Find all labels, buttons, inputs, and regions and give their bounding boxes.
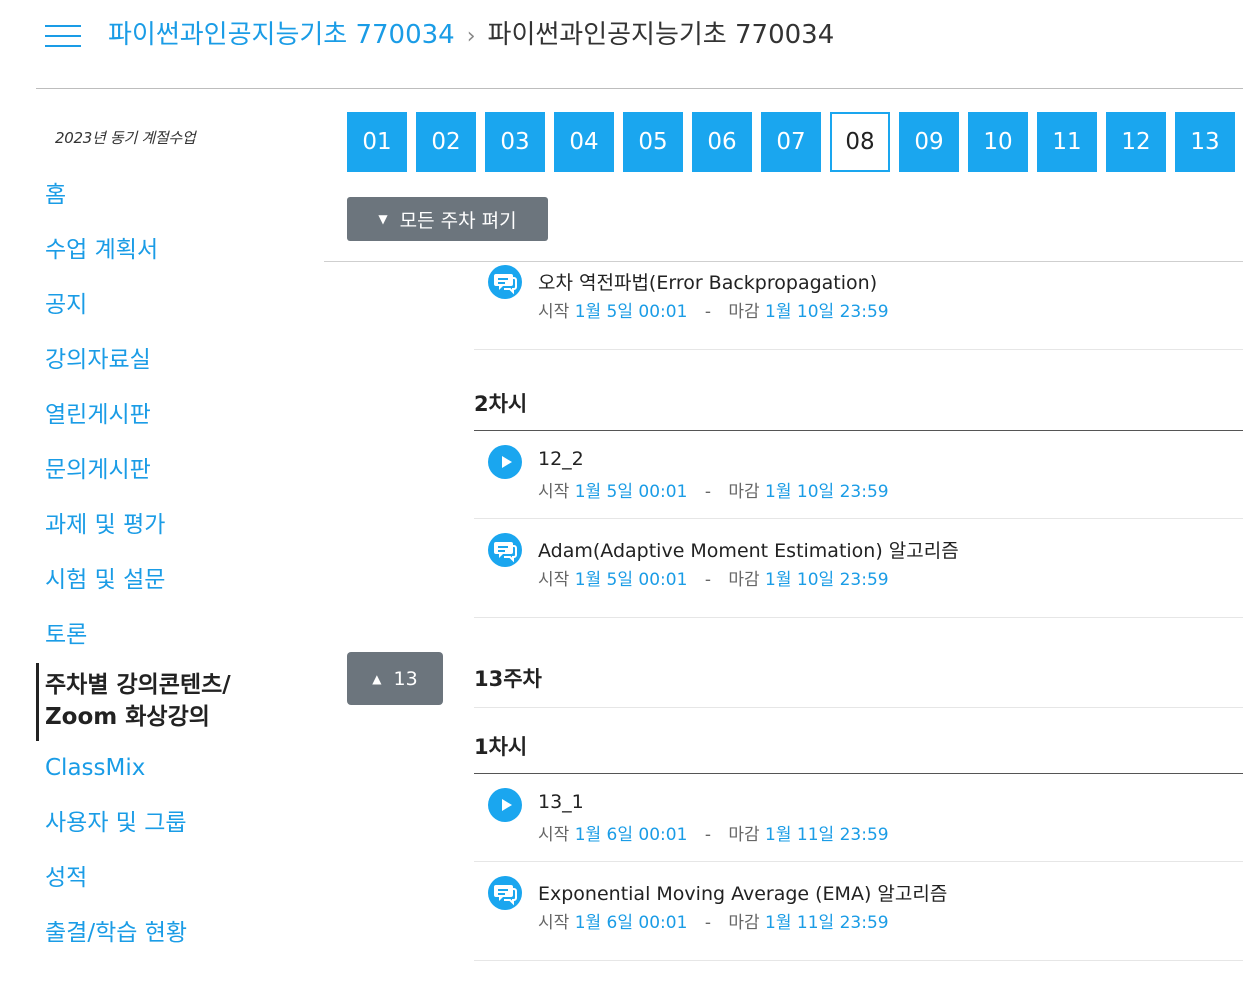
list-item: 오차 역전파법(Error Backpropagation) 시작 1월 5일 … [474, 262, 1243, 350]
start-label: 시작 [538, 570, 570, 590]
caret-down-icon: ▼ [378, 212, 388, 226]
nav-item-exams[interactable]: 시험 및 설문 [36, 553, 306, 608]
nav-item-assignments[interactable]: 과제 및 평가 [36, 498, 306, 553]
item-title-link[interactable]: Exponential Moving Average (EMA) 알고리즘 [538, 879, 947, 906]
due-label: 마감 [728, 570, 760, 590]
start-label: 시작 [538, 825, 570, 845]
due-label: 마감 [728, 302, 760, 322]
item-meta: 시작 1월 5일 00:01 - 마감 1월 10일 23:59 [538, 477, 889, 502]
caret-up-icon: ▲ [372, 671, 382, 686]
item-meta: 시작 1월 5일 00:01 - 마감 1월 10일 23:59 [538, 565, 889, 590]
nav-item-attendance[interactable]: 출결/학습 현황 [36, 906, 306, 961]
nav-item-weekly-line2: Zoom 화상강의 [45, 704, 210, 730]
due-date: 1월 10일 23:59 [765, 302, 889, 322]
nav-item-materials[interactable]: 강의자료실 [36, 333, 306, 388]
list-item: Adam(Adaptive Moment Estimation) 알고리즘 시작… [474, 519, 1243, 618]
list-item: Exponential Moving Average (EMA) 알고리즘 시작… [474, 862, 1243, 961]
list-item: 13_1 시작 1월 6일 00:01 - 마감 1월 11일 23:59 [474, 774, 1243, 862]
week-tab-02[interactable]: 02 [416, 112, 476, 172]
discussion-icon [488, 265, 522, 299]
nav-item-grades[interactable]: 성적 [36, 851, 306, 906]
breadcrumb: 파이썬과인공지능기초 770034 › 파이썬과인공지능기초 770034 [108, 18, 834, 54]
due-date: 1월 11일 23:59 [765, 913, 889, 933]
discussion-icon [488, 876, 522, 910]
section-title: 1차시 [474, 735, 528, 759]
nav-item-discussion[interactable]: 토론 [36, 608, 306, 663]
start-date: 1월 5일 00:01 [574, 482, 688, 502]
week-tabs: 01 02 03 04 05 06 07 08 09 10 11 12 13 [347, 112, 1235, 172]
nav-item-qna-board[interactable]: 문의게시판 [36, 443, 306, 498]
week-tab-11[interactable]: 11 [1037, 112, 1097, 172]
week-tab-12[interactable]: 12 [1106, 112, 1166, 172]
item-title-link[interactable]: 12_2 [538, 448, 584, 470]
due-date: 1월 10일 23:59 [765, 482, 889, 502]
section-title: 2차시 [474, 392, 528, 416]
nav-item-users-groups[interactable]: 사용자 및 그룹 [36, 796, 306, 851]
due-label: 마감 [728, 482, 760, 502]
item-title-link[interactable]: Adam(Adaptive Moment Estimation) 알고리즘 [538, 536, 959, 563]
nav-item-weekly-contents[interactable]: 주차별 강의콘텐츠/ Zoom 화상강의 [36, 663, 306, 741]
start-label: 시작 [538, 482, 570, 502]
header-divider [36, 88, 1243, 89]
start-date: 1월 6일 00:01 [574, 825, 688, 845]
play-icon[interactable] [488, 445, 522, 479]
meta-dash: - [704, 825, 711, 845]
due-date: 1월 10일 23:59 [765, 570, 889, 590]
nav-item-syllabus[interactable]: 수업 계획서 [36, 223, 306, 278]
start-date: 1월 5일 00:01 [574, 570, 688, 590]
nav-item-open-board[interactable]: 열린게시판 [36, 388, 306, 443]
expand-all-weeks-button[interactable]: ▼ 모든 주차 펴기 [347, 197, 548, 241]
week-tab-05[interactable]: 05 [623, 112, 683, 172]
meta-dash: - [704, 302, 711, 322]
hamburger-menu-icon[interactable] [45, 25, 81, 49]
expand-all-label: 모든 주차 펴기 [399, 209, 517, 232]
due-label: 마감 [728, 913, 760, 933]
start-date: 1월 6일 00:01 [574, 913, 688, 933]
list-item: 12_2 시작 1월 5일 00:01 - 마감 1월 10일 23:59 [474, 431, 1243, 519]
start-label: 시작 [538, 302, 570, 322]
week-tab-03[interactable]: 03 [485, 112, 545, 172]
week-tab-13[interactable]: 13 [1175, 112, 1235, 172]
breadcrumb-separator: › [466, 24, 476, 49]
week-tab-04[interactable]: 04 [554, 112, 614, 172]
week-tab-08[interactable]: 08 [830, 112, 890, 172]
breadcrumb-current: 파이썬과인공지능기초 770034 [487, 20, 835, 50]
week-13-jump-label: 13 [393, 667, 418, 690]
nav-item-weekly-line1: 주차별 강의콘텐츠/ [45, 672, 231, 698]
item-title-link[interactable]: 13_1 [538, 791, 584, 813]
item-title-link[interactable]: 오차 역전파법(Error Backpropagation) [538, 268, 877, 295]
week-tab-06[interactable]: 06 [692, 112, 752, 172]
due-label: 마감 [728, 825, 760, 845]
item-meta: 시작 1월 6일 00:01 - 마감 1월 11일 23:59 [538, 820, 889, 845]
item-meta: 시작 1월 5일 00:01 - 마감 1월 10일 23:59 [538, 297, 889, 322]
meta-dash: - [704, 913, 711, 933]
course-nav: 홈 수업 계획서 공지 강의자료실 열린게시판 문의게시판 과제 및 평가 시험… [36, 168, 306, 961]
item-meta: 시작 1월 6일 00:01 - 마감 1월 11일 23:59 [538, 908, 889, 933]
play-icon[interactable] [488, 788, 522, 822]
week-13-jump-button[interactable]: ▲ 13 [347, 652, 443, 705]
meta-dash: - [704, 570, 711, 590]
breadcrumb-course-link[interactable]: 파이썬과인공지능기초 770034 [108, 20, 455, 50]
nav-item-classmix[interactable]: ClassMix [36, 741, 306, 796]
week-title: 13주차 [474, 667, 542, 691]
week-tab-10[interactable]: 10 [968, 112, 1028, 172]
meta-dash: - [704, 482, 711, 502]
week-tab-07[interactable]: 07 [761, 112, 821, 172]
nav-item-notice[interactable]: 공지 [36, 278, 306, 333]
due-date: 1월 11일 23:59 [765, 825, 889, 845]
week-divider [474, 707, 1243, 708]
term-label: 2023년 동기 계절수업 [55, 129, 196, 147]
week-tab-01[interactable]: 01 [347, 112, 407, 172]
start-label: 시작 [538, 913, 570, 933]
nav-item-home[interactable]: 홈 [36, 168, 306, 223]
start-date: 1월 5일 00:01 [574, 302, 688, 322]
week-tab-09[interactable]: 09 [899, 112, 959, 172]
discussion-icon [488, 533, 522, 567]
